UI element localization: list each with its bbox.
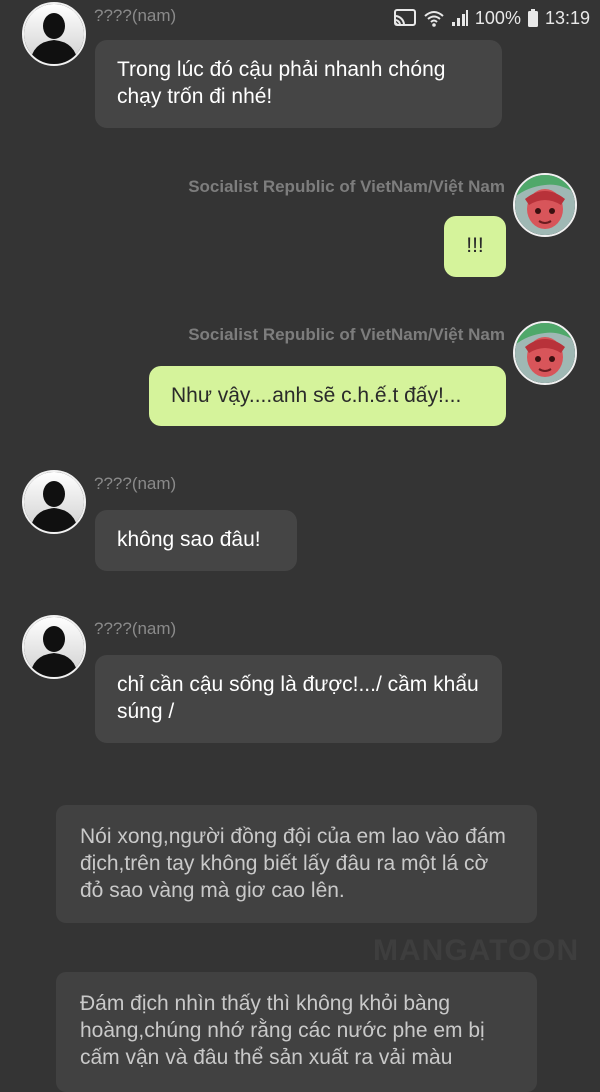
silhouette-avatar-icon: [24, 472, 84, 532]
sender-avatar[interactable]: [22, 615, 86, 679]
message-bubble[interactable]: chỉ cần cậu sống là được!.../ cầm khẩu s…: [95, 655, 502, 743]
anime-avatar-icon: [515, 323, 575, 383]
sender-avatar[interactable]: [513, 321, 577, 385]
sender-name: ????(nam): [94, 6, 177, 25]
sender-avatar[interactable]: [22, 2, 86, 66]
narration-block: Nói xong,người đồng đội của em lao vào đ…: [56, 805, 537, 923]
silhouette-avatar-icon: [24, 617, 84, 677]
battery-icon: [527, 8, 539, 28]
sender-name: ????(nam): [94, 619, 177, 638]
status-bar: 100% 13:19: [350, 0, 600, 36]
cast-icon: [393, 8, 417, 28]
sender-name: ????(nam): [94, 474, 177, 493]
message-bubble[interactable]: không sao đâu!: [95, 510, 297, 571]
sender-avatar[interactable]: [513, 173, 577, 237]
sender-name: Socialist Republic of VietNam/Việt Nam: [188, 325, 505, 344]
sender-avatar[interactable]: [22, 470, 86, 534]
message-bubble[interactable]: Trong lúc đó cậu phải nhanh chóng chạy t…: [95, 40, 502, 128]
signal-icon: [451, 8, 469, 28]
anime-avatar-icon: [515, 175, 575, 235]
watermark-logo: MANGATOON: [373, 934, 580, 967]
battery-percent: 100%: [474, 7, 521, 28]
narration-block: Đám địch nhìn thấy thì không khỏi bàng h…: [56, 972, 537, 1092]
message-bubble[interactable]: Như vậy....anh sẽ c.h.ế.t đấy!...: [149, 366, 506, 426]
silhouette-avatar-icon: [24, 4, 84, 64]
wifi-icon: [423, 8, 445, 28]
message-bubble[interactable]: !!!: [444, 216, 506, 277]
sender-name: Socialist Republic of VietNam/Việt Nam: [188, 177, 505, 196]
clock: 13:19: [544, 7, 590, 28]
